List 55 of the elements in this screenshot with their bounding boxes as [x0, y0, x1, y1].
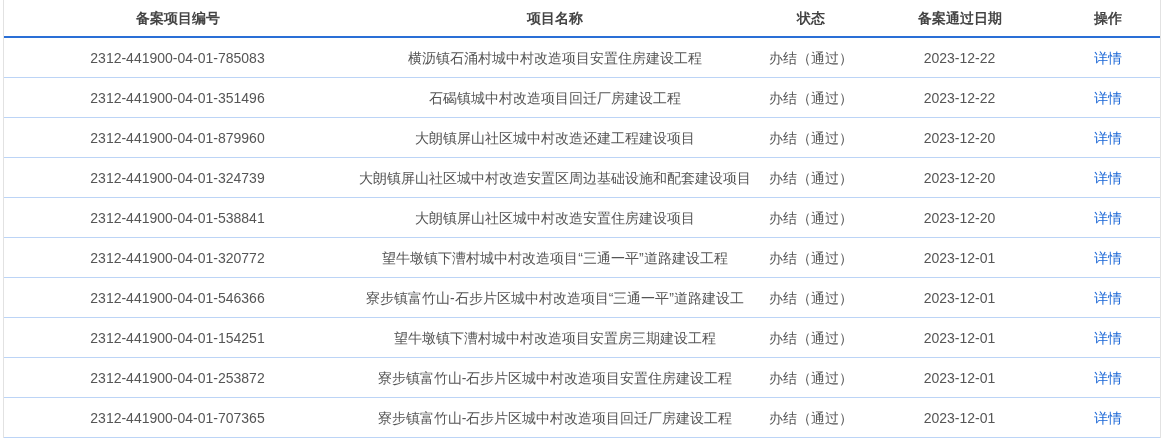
table-cell: 石碣镇城中村改造项目回迁厂房建设工程 [429, 89, 681, 106]
table-cell: 办结（通过） [769, 169, 853, 186]
table-cell: 寮步镇富竹山-石步片区城中村改造项目“三通一平”道路建设工 [366, 289, 744, 306]
column-header: 项目名称 [527, 10, 583, 26]
table-cell: 2023-12-20 [923, 209, 996, 226]
table-cell: 2023-12-20 [923, 129, 996, 146]
table-cell: 2312-441900-04-01-879960 [90, 129, 265, 146]
table-cell: 2023-12-20 [923, 169, 996, 186]
details-link[interactable]: 详情 [1094, 369, 1122, 386]
column-header: 操作 [1094, 10, 1122, 26]
table-cell: 2312-441900-04-01-253872 [90, 369, 265, 386]
table-cell: 2312-441900-04-01-707365 [90, 409, 265, 426]
table-cell: 2312-441900-04-01-785083 [90, 49, 265, 66]
table-cell: 2312-441900-04-01-320772 [90, 249, 265, 266]
table-cell: 寮步镇富竹山-石步片区城中村改造项目回迁厂房建设工程 [377, 409, 733, 426]
details-link[interactable]: 详情 [1094, 209, 1122, 226]
details-link[interactable]: 详情 [1094, 329, 1122, 346]
details-link[interactable]: 详情 [1094, 249, 1122, 266]
table-cell: 办结（通过） [769, 289, 853, 306]
details-link[interactable]: 详情 [1094, 289, 1122, 306]
table-cell: 办结（通过） [769, 89, 853, 106]
table-cell: 2023-12-01 [923, 409, 996, 426]
table-cell: 2312-441900-04-01-351496 [90, 89, 265, 106]
table-cell: 2023-12-01 [923, 249, 996, 266]
table-cell: 望牛墩镇下漕村城中村改造项目“三通一平”道路建设工程 [382, 249, 728, 266]
column-header: 备案通过日期 [917, 10, 1002, 26]
table-cell: 2312-441900-04-01-154251 [90, 329, 265, 346]
details-link[interactable]: 详情 [1094, 129, 1122, 146]
table-cell: 望牛墩镇下漕村城中村改造项目安置房三期建设工程 [394, 329, 716, 346]
table-cell: 大朗镇屏山社区城中村改造安置区周边基础设施和配套建设项目 [359, 169, 751, 186]
table-cell: 寮步镇富竹山-石步片区城中村改造项目安置住房建设工程 [377, 369, 733, 386]
table-cell: 2023-12-01 [923, 369, 996, 386]
table-cell: 2023-12-22 [923, 89, 996, 106]
table-cell: 办结（通过） [769, 209, 853, 226]
table-cell: 2023-12-01 [923, 329, 996, 346]
column-header: 状态 [797, 10, 825, 26]
table-cell: 办结（通过） [769, 249, 853, 266]
table-cell: 大朗镇屏山社区城中村改造还建工程建设项目 [415, 129, 695, 146]
table-cell: 2023-12-22 [923, 49, 996, 66]
details-link[interactable]: 详情 [1094, 89, 1122, 106]
table-cell: 2023-12-01 [923, 289, 996, 306]
table-cell: 2312-441900-04-01-538841 [90, 209, 265, 226]
table-cell: 2312-441900-04-01-546366 [90, 289, 265, 306]
column-header: 备案项目编号 [135, 10, 220, 26]
table-cell: 大朗镇屏山社区城中村改造安置住房建设项目 [415, 209, 695, 226]
table-cell: 办结（通过） [769, 369, 853, 386]
details-link[interactable]: 详情 [1094, 409, 1122, 426]
table-cell: 办结（通过） [769, 129, 853, 146]
table-cell: 办结（通过） [769, 49, 853, 66]
table-cell: 横沥镇石涌村城中村改造项目安置住房建设工程 [408, 49, 702, 66]
table-cell: 2312-441900-04-01-324739 [90, 169, 265, 186]
table-cell: 办结（通过） [769, 329, 853, 346]
details-link[interactable]: 详情 [1094, 49, 1122, 66]
details-link[interactable]: 详情 [1094, 169, 1122, 186]
table-cell: 办结（通过） [769, 409, 853, 426]
